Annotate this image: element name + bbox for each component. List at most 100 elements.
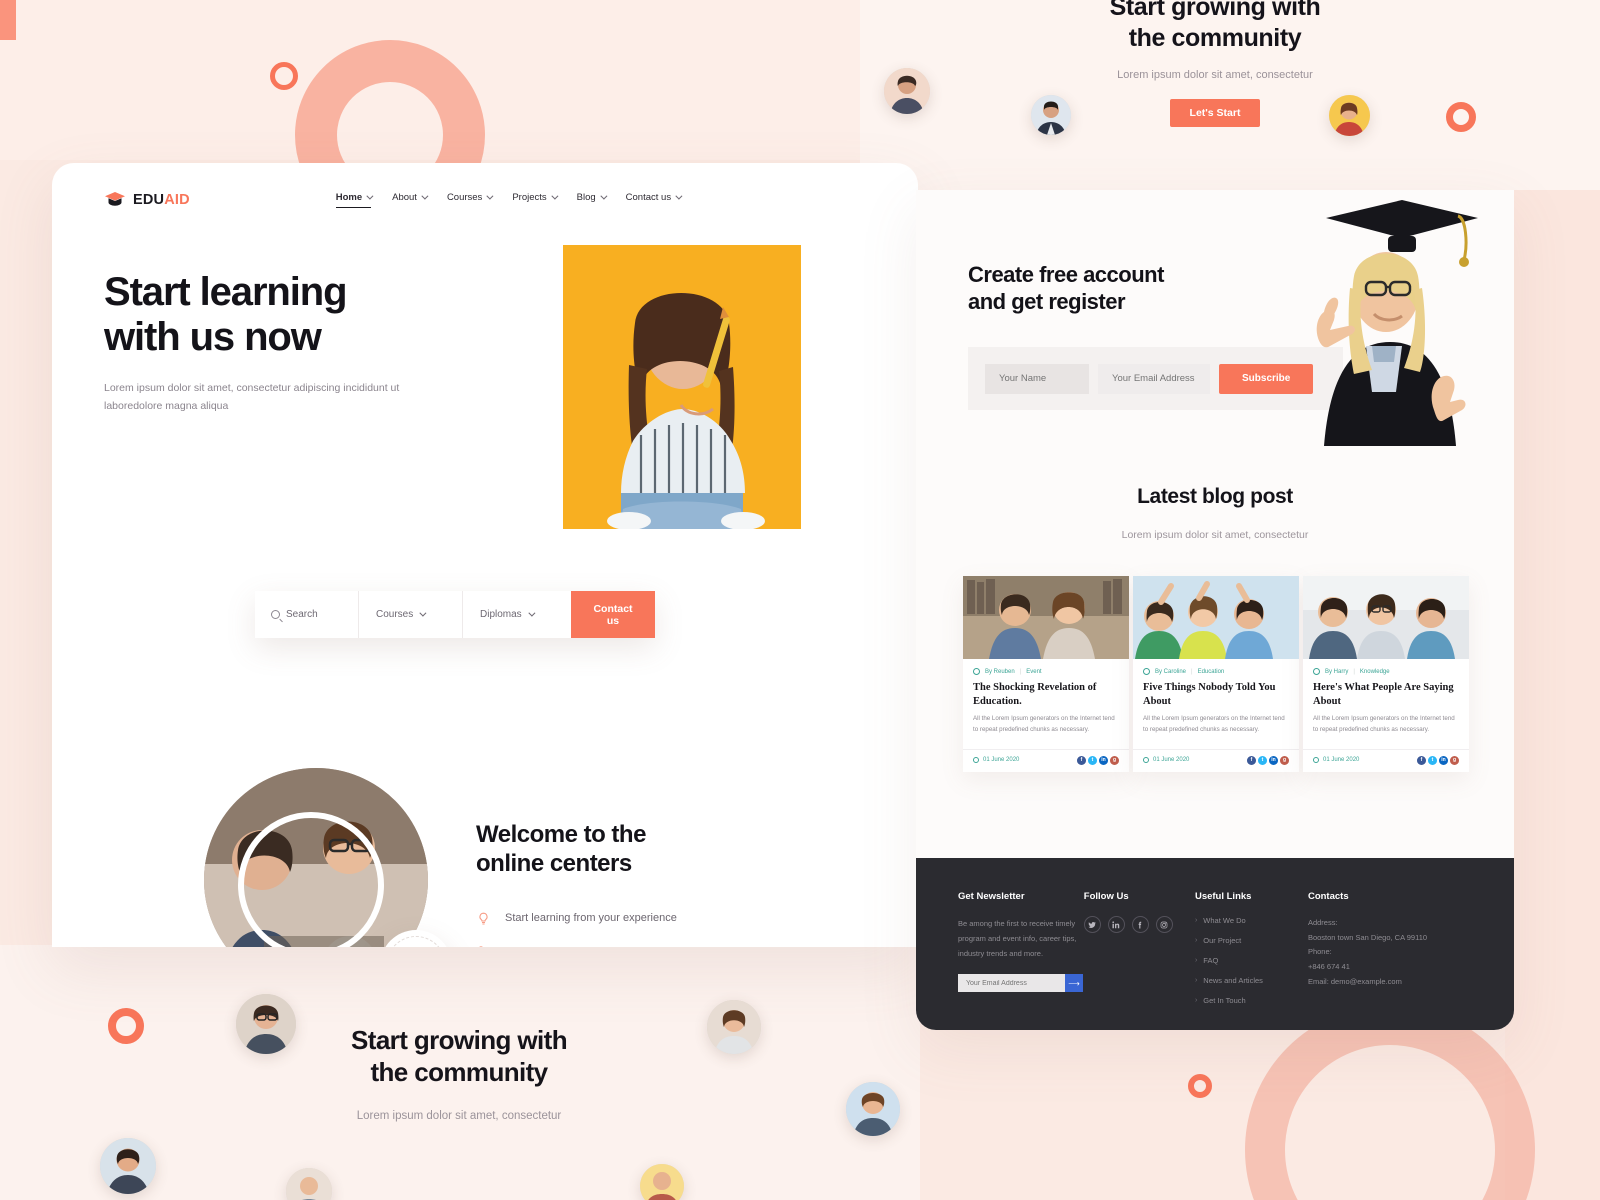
nav-item-projects[interactable]: Projects <box>512 192 559 208</box>
facebook-icon[interactable]: f <box>1077 755 1086 765</box>
blog-card-excerpt: All the Lorem Ipsum generators on the In… <box>973 715 1115 734</box>
footer-link-what-we-do[interactable]: › What We Do <box>1195 916 1308 925</box>
create-account-title-line1: Create free account <box>968 262 1164 287</box>
footer-link-faq[interactable]: › FAQ <box>1195 956 1308 965</box>
blog-card[interactable]: By Caroline | Education Five Things Nobo… <box>1133 576 1299 772</box>
chevron-down-icon <box>675 192 683 200</box>
footer-link-news-and-articles[interactable]: › News and Articles <box>1195 976 1308 985</box>
logo-text: EDUAID <box>133 192 190 208</box>
footer-follow-heading: Follow Us <box>1083 891 1129 902</box>
search-icon <box>271 610 280 619</box>
blog-card-category: Event <box>1026 668 1042 675</box>
community-bottom-title-line1: Start growing with <box>351 1025 568 1055</box>
blog-card-heading[interactable]: Here's What People Are Saying About <box>1313 681 1459 708</box>
nav-label: Projects <box>512 192 547 203</box>
blog-card-date: 01 June 2020 <box>973 757 1019 764</box>
diplomas-dropdown-label: Diplomas <box>480 609 522 620</box>
lets-start-button[interactable]: Let's Start <box>1169 99 1261 127</box>
create-account-title-line2: and get register <box>968 288 1126 314</box>
logo-edu: EDU <box>133 191 165 208</box>
chevron-down-icon <box>366 192 374 200</box>
google-plus-icon[interactable]: g <box>1450 755 1459 765</box>
linkedin-icon[interactable]: in <box>1439 755 1448 765</box>
avatar <box>846 1082 900 1136</box>
avatar <box>640 1164 684 1200</box>
twitter-icon[interactable] <box>1083 916 1101 933</box>
nav-item-courses[interactable]: Courses <box>446 192 494 208</box>
instagram-icon[interactable] <box>1155 916 1173 933</box>
linkedin-icon[interactable]: in <box>1269 755 1278 765</box>
logo[interactable]: EDUAID <box>104 191 190 208</box>
blog-card[interactable]: By Harry | Knowledge Here's What People … <box>1303 576 1469 772</box>
footer-links-heading: Useful Links <box>1194 891 1252 902</box>
nav-item-about[interactable]: About <box>392 192 429 208</box>
community-top-title-line2: the community <box>1128 23 1302 52</box>
blog-card-socials: f t in g <box>1417 755 1459 765</box>
blog-card-date: 01 June 2020 <box>1143 757 1189 764</box>
feature-list: Start learning from your experience Enha… <box>476 911 677 947</box>
blog-card-date-text: 01 June 2020 <box>1323 757 1360 764</box>
footer-links-column: Useful Links › What We Do › Our Project … <box>1195 891 1308 1030</box>
page-title: Start learning with us now <box>104 270 472 360</box>
nav-item-home[interactable]: Home <box>335 192 374 208</box>
community-top-subtitle: Lorem ipsum dolor sit amet, consectetur <box>1117 69 1313 81</box>
footer-link-our-project[interactable]: › Our Project <box>1195 936 1308 945</box>
blog-card-heading[interactable]: The Shocking Revelation of Education. <box>973 681 1119 708</box>
search-input-cell[interactable]: Search <box>255 591 359 638</box>
list-item: Start learning from your experience <box>476 911 677 926</box>
google-plus-icon[interactable]: g <box>1110 755 1119 765</box>
user-icon <box>973 668 980 675</box>
welcome-title-line1: Welcome to the <box>476 821 646 848</box>
clock-icon <box>1143 757 1149 764</box>
facebook-icon[interactable]: f <box>1247 755 1256 765</box>
chevron-right-icon: › <box>1194 937 1198 944</box>
nav-item-contact-us[interactable]: Contact us <box>626 192 683 208</box>
email-field[interactable] <box>1098 363 1210 394</box>
blog-card-socials: f t in g <box>1077 755 1119 765</box>
blog-card-footer: 01 June 2020 f t in g <box>1303 748 1469 772</box>
blog-card-meta: By Harry | Knowledge <box>1313 668 1459 675</box>
community-section-bottom: Start growing with the community Lorem i… <box>0 1025 918 1122</box>
footer-email-input[interactable] <box>958 974 1065 992</box>
blog-card-body: By Caroline | Education Five Things Nobo… <box>1133 659 1299 742</box>
footer-email-value[interactable]: Email: demo@example.com <box>1308 975 1472 990</box>
linkedin-icon[interactable] <box>1107 916 1125 933</box>
twitter-icon[interactable]: t <box>1088 755 1097 765</box>
footer-phone-value: +846 674 41 <box>1307 961 1350 971</box>
footer-link-get-in-touch[interactable]: › Get In Touch <box>1195 996 1308 1005</box>
avatar <box>1329 95 1370 136</box>
chevron-right-icon: › <box>1194 957 1198 964</box>
facebook-icon[interactable] <box>1131 916 1149 933</box>
footer-link-label: News and Articles <box>1203 976 1263 985</box>
footer-link-label: Get In Touch <box>1203 996 1246 1005</box>
twitter-icon[interactable]: t <box>1428 755 1437 765</box>
chevron-down-icon <box>419 609 427 617</box>
nav-item-blog[interactable]: Blog <box>577 192 608 208</box>
nav-label: Courses <box>446 192 483 203</box>
welcome-title: Welcome to the online centers <box>476 820 677 879</box>
community-top-title: Start growing with the community <box>860 0 1570 53</box>
decorative-ring-h <box>1188 1074 1212 1098</box>
welcome-copy: Welcome to the online centers Start lear… <box>476 768 677 947</box>
blog-card-body: By Harry | Knowledge Here's What People … <box>1303 659 1469 742</box>
feature-label: Enhance your skills with us now <box>505 946 660 947</box>
community-section-top: Start growing with the community Lorem i… <box>860 0 1570 182</box>
linkedin-icon[interactable]: in <box>1099 755 1108 765</box>
blog-card[interactable]: By Reuben | Event The Shocking Revelatio… <box>963 576 1129 772</box>
blog-card-excerpt: All the Lorem Ipsum generators on the In… <box>1313 715 1455 734</box>
community-bottom-subtitle: Lorem ipsum dolor sit amet, consectetur <box>356 1110 562 1123</box>
graduation-cap-icon <box>104 191 126 208</box>
twitter-icon[interactable]: t <box>1258 755 1267 765</box>
navbar: EDUAID Home About Courses Projects Blog <box>52 163 918 208</box>
blog-card-heading[interactable]: Five Things Nobody Told You About <box>1143 681 1289 708</box>
blog-card-category: Education <box>1197 668 1225 675</box>
name-field[interactable] <box>985 363 1089 394</box>
nav-links: Home About Courses Projects Blog Contact… <box>335 192 720 208</box>
contact-us-button[interactable]: Contact us <box>571 591 655 638</box>
facebook-icon[interactable]: f <box>1417 755 1426 765</box>
diplomas-dropdown[interactable]: Diplomas <box>463 591 571 638</box>
meta-divider: | <box>1019 668 1022 675</box>
google-plus-icon[interactable]: g <box>1280 755 1289 765</box>
courses-dropdown[interactable]: Courses <box>359 591 463 638</box>
footer-submit-button[interactable]: ⟶ <box>1065 974 1083 992</box>
